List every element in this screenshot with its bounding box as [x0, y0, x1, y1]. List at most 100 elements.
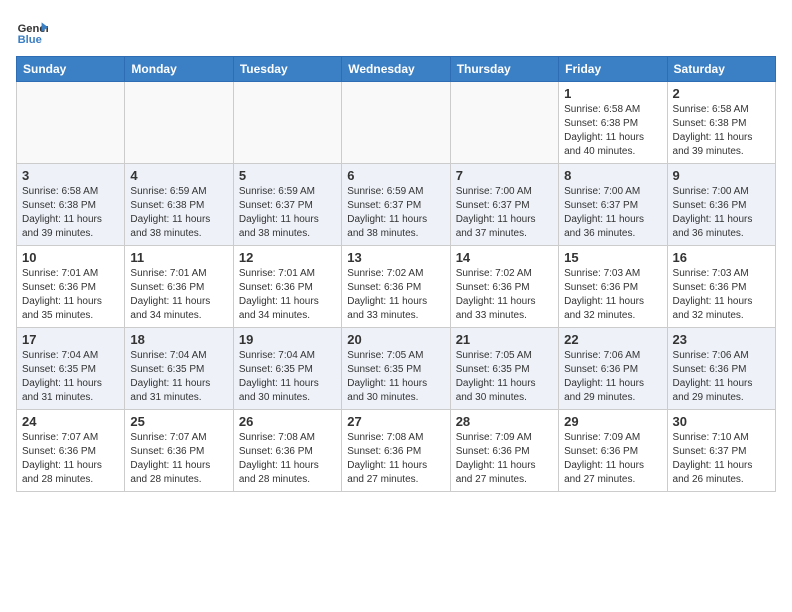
day-info: Sunrise: 7:05 AM Sunset: 6:35 PM Dayligh… — [347, 349, 444, 405]
day-info: Sunrise: 7:03 AM Sunset: 6:36 PM Dayligh… — [673, 267, 770, 323]
day-number: 25 — [130, 414, 227, 429]
day-info: Sunrise: 7:02 AM Sunset: 6:36 PM Dayligh… — [456, 267, 553, 323]
day-info: Sunrise: 7:10 AM Sunset: 6:37 PM Dayligh… — [673, 431, 770, 487]
day-number: 9 — [673, 168, 770, 183]
day-number: 15 — [564, 250, 661, 265]
day-number: 13 — [347, 250, 444, 265]
svg-text:Blue: Blue — [18, 34, 42, 46]
day-info: Sunrise: 7:03 AM Sunset: 6:36 PM Dayligh… — [564, 267, 661, 323]
day-number: 29 — [564, 414, 661, 429]
calendar-cell: 23 Sunrise: 7:06 AM Sunset: 6:36 PM Dayli… — [667, 328, 775, 410]
calendar-cell: 30 Sunrise: 7:10 AM Sunset: 6:37 PM Dayli… — [667, 410, 775, 492]
calendar-cell: 11 Sunrise: 7:01 AM Sunset: 6:36 PM Dayli… — [125, 246, 233, 328]
calendar-cell: 25 Sunrise: 7:07 AM Sunset: 6:36 PM Dayli… — [125, 410, 233, 492]
day-of-week-header: Saturday — [667, 57, 775, 82]
day-info: Sunrise: 7:01 AM Sunset: 6:36 PM Dayligh… — [239, 267, 336, 323]
day-of-week-header: Tuesday — [233, 57, 341, 82]
calendar-week-row: 1 Sunrise: 6:58 AM Sunset: 6:38 PM Daylig… — [17, 82, 776, 164]
calendar-cell: 3Sunrise: 6:58 AM Sunset: 6:38 PM Daylig… — [17, 164, 125, 246]
calendar-cell — [125, 82, 233, 164]
calendar-header-row: SundayMondayTuesdayWednesdayThursdayFrid… — [17, 57, 776, 82]
day-number: 24 — [22, 414, 119, 429]
day-of-week-header: Monday — [125, 57, 233, 82]
day-info: Sunrise: 6:59 AM Sunset: 6:37 PM Dayligh… — [347, 185, 444, 241]
day-info: Sunrise: 7:06 AM Sunset: 6:36 PM Dayligh… — [673, 349, 770, 405]
day-info: Sunrise: 7:04 AM Sunset: 6:35 PM Dayligh… — [22, 349, 119, 405]
day-number: 14 — [456, 250, 553, 265]
day-info: Sunrise: 7:04 AM Sunset: 6:35 PM Dayligh… — [239, 349, 336, 405]
calendar-cell: 18 Sunrise: 7:04 AM Sunset: 6:35 PM Dayli… — [125, 328, 233, 410]
calendar-cell: 14 Sunrise: 7:02 AM Sunset: 6:36 PM Dayli… — [450, 246, 558, 328]
calendar-week-row: 24 Sunrise: 7:07 AM Sunset: 6:36 PM Dayli… — [17, 410, 776, 492]
page-header: General Blue — [16, 16, 776, 48]
day-number: 4 — [130, 168, 227, 183]
day-number: 10 — [22, 250, 119, 265]
day-number: 23 — [673, 332, 770, 347]
day-info: Sunrise: 6:59 AM Sunset: 6:37 PM Dayligh… — [239, 185, 336, 241]
day-of-week-header: Wednesday — [342, 57, 450, 82]
calendar-cell: 22Sunrise: 7:06 AM Sunset: 6:36 PM Dayli… — [559, 328, 667, 410]
day-info: Sunrise: 7:09 AM Sunset: 6:36 PM Dayligh… — [456, 431, 553, 487]
calendar-cell: 8 Sunrise: 7:00 AM Sunset: 6:37 PM Daylig… — [559, 164, 667, 246]
calendar-cell: 6 Sunrise: 6:59 AM Sunset: 6:37 PM Daylig… — [342, 164, 450, 246]
day-info: Sunrise: 7:07 AM Sunset: 6:36 PM Dayligh… — [22, 431, 119, 487]
calendar-week-row: 10 Sunrise: 7:01 AM Sunset: 6:36 PM Dayli… — [17, 246, 776, 328]
calendar-cell: 7Sunrise: 7:00 AM Sunset: 6:37 PM Daylig… — [450, 164, 558, 246]
calendar-cell: 29 Sunrise: 7:09 AM Sunset: 6:36 PM Dayli… — [559, 410, 667, 492]
day-number: 22 — [564, 332, 661, 347]
logo: General Blue — [16, 16, 48, 48]
day-number: 17 — [22, 332, 119, 347]
day-info: Sunrise: 7:01 AM Sunset: 6:36 PM Dayligh… — [130, 267, 227, 323]
calendar-cell: 17 Sunrise: 7:04 AM Sunset: 6:35 PM Dayli… — [17, 328, 125, 410]
calendar-cell: 28 Sunrise: 7:09 AM Sunset: 6:36 PM Dayli… — [450, 410, 558, 492]
day-of-week-header: Sunday — [17, 57, 125, 82]
day-info: Sunrise: 7:02 AM Sunset: 6:36 PM Dayligh… — [347, 267, 444, 323]
day-number: 11 — [130, 250, 227, 265]
day-info: Sunrise: 6:58 AM Sunset: 6:38 PM Dayligh… — [22, 185, 119, 241]
day-of-week-header: Thursday — [450, 57, 558, 82]
day-number: 1 — [564, 86, 661, 101]
day-number: 21 — [456, 332, 553, 347]
calendar-cell: 13 Sunrise: 7:02 AM Sunset: 6:36 PM Dayli… — [342, 246, 450, 328]
day-number: 8 — [564, 168, 661, 183]
calendar-cell: 12 Sunrise: 7:01 AM Sunset: 6:36 PM Dayli… — [233, 246, 341, 328]
calendar-cell — [233, 82, 341, 164]
calendar-week-row: 17 Sunrise: 7:04 AM Sunset: 6:35 PM Dayli… — [17, 328, 776, 410]
day-info: Sunrise: 7:00 AM Sunset: 6:37 PM Dayligh… — [456, 185, 553, 241]
day-info: Sunrise: 7:09 AM Sunset: 6:36 PM Dayligh… — [564, 431, 661, 487]
day-number: 6 — [347, 168, 444, 183]
day-info: Sunrise: 7:08 AM Sunset: 6:36 PM Dayligh… — [239, 431, 336, 487]
day-info: Sunrise: 6:59 AM Sunset: 6:38 PM Dayligh… — [130, 185, 227, 241]
calendar-cell: 20 Sunrise: 7:05 AM Sunset: 6:35 PM Dayli… — [342, 328, 450, 410]
calendar-cell: 9 Sunrise: 7:00 AM Sunset: 6:36 PM Daylig… — [667, 164, 775, 246]
day-info: Sunrise: 7:01 AM Sunset: 6:36 PM Dayligh… — [22, 267, 119, 323]
calendar-cell: 2 Sunrise: 6:58 AM Sunset: 6:38 PM Daylig… — [667, 82, 775, 164]
day-info: Sunrise: 6:58 AM Sunset: 6:38 PM Dayligh… — [673, 103, 770, 159]
day-number: 20 — [347, 332, 444, 347]
calendar-cell: 4 Sunrise: 6:59 AM Sunset: 6:38 PM Daylig… — [125, 164, 233, 246]
day-info: Sunrise: 7:05 AM Sunset: 6:35 PM Dayligh… — [456, 349, 553, 405]
calendar-cell — [450, 82, 558, 164]
day-number: 19 — [239, 332, 336, 347]
calendar-cell: 21 Sunrise: 7:05 AM Sunset: 6:35 PM Dayli… — [450, 328, 558, 410]
day-number: 28 — [456, 414, 553, 429]
day-number: 12 — [239, 250, 336, 265]
calendar-cell: 10 Sunrise: 7:01 AM Sunset: 6:36 PM Dayli… — [17, 246, 125, 328]
calendar-table: SundayMondayTuesdayWednesdayThursdayFrid… — [16, 56, 776, 492]
day-info: Sunrise: 7:07 AM Sunset: 6:36 PM Dayligh… — [130, 431, 227, 487]
calendar-cell: 16 Sunrise: 7:03 AM Sunset: 6:36 PM Dayli… — [667, 246, 775, 328]
day-of-week-header: Friday — [559, 57, 667, 82]
calendar-cell: 1Sunrise: 6:58 AM Sunset: 6:38 PM Daylig… — [559, 82, 667, 164]
day-info: Sunrise: 7:00 AM Sunset: 6:37 PM Dayligh… — [564, 185, 661, 241]
day-info: Sunrise: 7:04 AM Sunset: 6:35 PM Dayligh… — [130, 349, 227, 405]
day-number: 27 — [347, 414, 444, 429]
day-number: 16 — [673, 250, 770, 265]
day-number: 18 — [130, 332, 227, 347]
day-number: 30 — [673, 414, 770, 429]
day-info: Sunrise: 7:00 AM Sunset: 6:36 PM Dayligh… — [673, 185, 770, 241]
logo-icon: General Blue — [16, 16, 48, 48]
day-number: 26 — [239, 414, 336, 429]
day-number: 2 — [673, 86, 770, 101]
calendar-cell: 5Sunrise: 6:59 AM Sunset: 6:37 PM Daylig… — [233, 164, 341, 246]
calendar-cell: 15 Sunrise: 7:03 AM Sunset: 6:36 PM Dayli… — [559, 246, 667, 328]
